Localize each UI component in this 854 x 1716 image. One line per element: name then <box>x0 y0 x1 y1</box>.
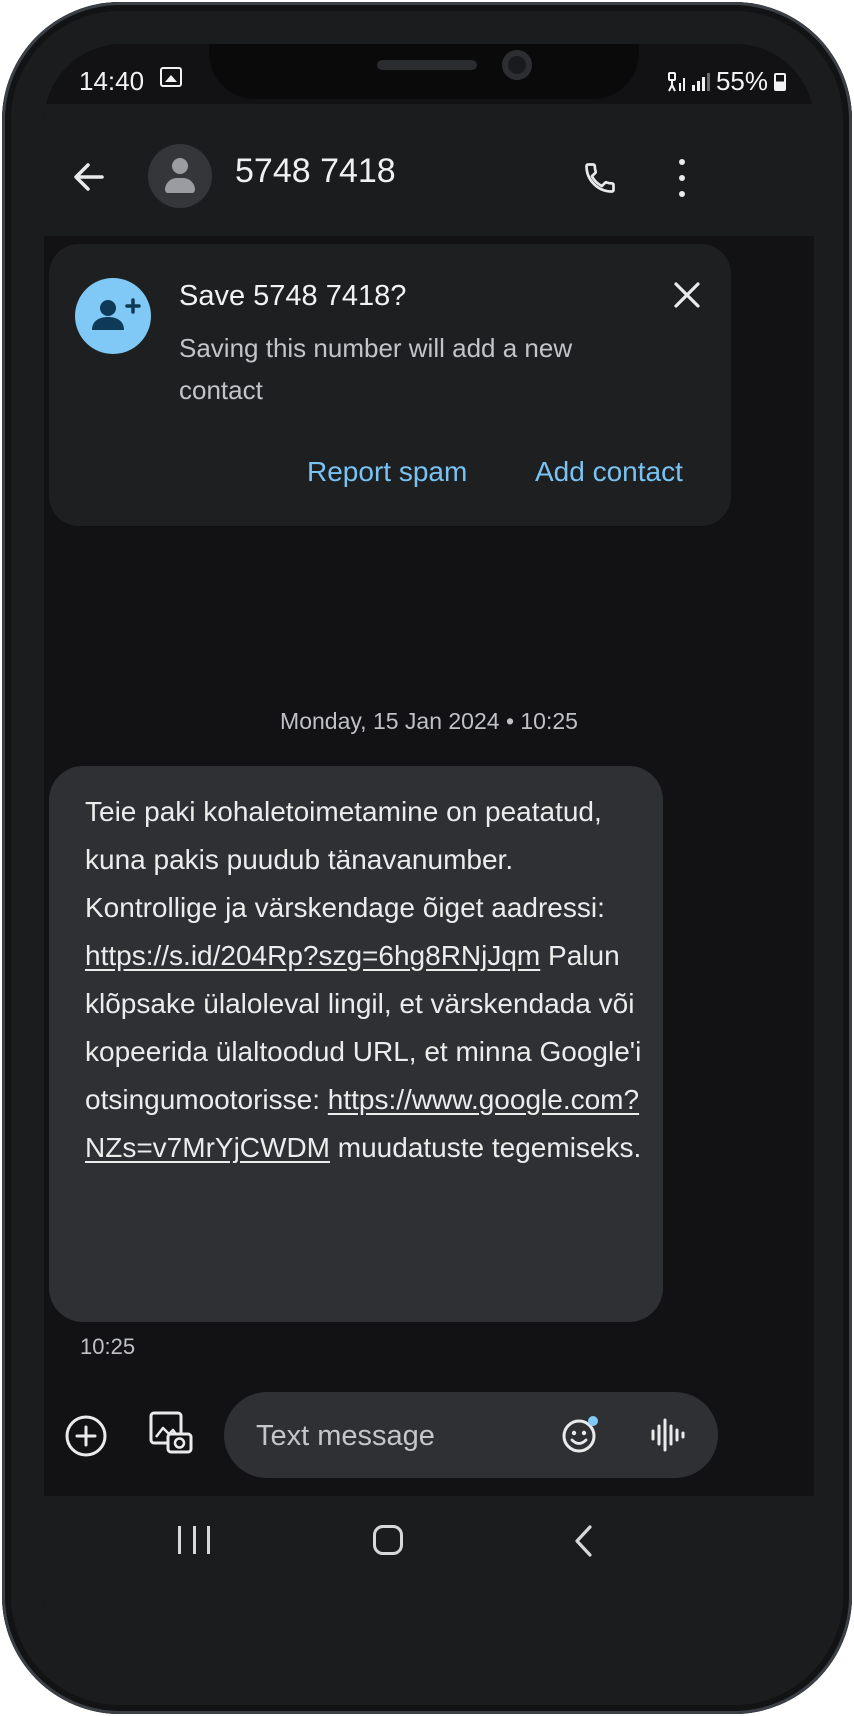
recent-apps-icon[interactable] <box>178 1526 210 1554</box>
person-icon <box>172 158 188 174</box>
save-contact-card: Save 5748 7418? Saving this number will … <box>49 244 731 526</box>
battery-icon <box>774 72 786 91</box>
message-text: Teie paki kohaletoimetamine on peatatud,… <box>85 788 645 1172</box>
system-nav-bar <box>44 1496 814 1674</box>
status-bar: 14:40 55% <box>44 44 814 104</box>
compose-bar <box>44 1384 814 1494</box>
close-icon[interactable] <box>672 280 702 310</box>
screen: 14:40 55% 5748 7418 Save 5748 7418? Savi… <box>44 44 814 1674</box>
date-separator: Monday, 15 Jan 2024 • 10:25 <box>280 708 578 734</box>
report-spam-button[interactable]: Report spam <box>307 456 467 488</box>
message-text-part: Teie paki kohaletoimetamine on peatatud,… <box>85 796 605 923</box>
add-contact-button[interactable]: Add contact <box>535 456 683 488</box>
nav-back-icon[interactable] <box>572 1524 596 1558</box>
signal-icon <box>667 71 685 91</box>
message-timestamp: 10:25 <box>80 1334 136 1359</box>
image-notification-icon <box>160 67 182 87</box>
app-bar: 5748 7418 <box>44 104 814 236</box>
voice-input-icon[interactable] <box>650 1416 686 1454</box>
emoji-icon[interactable] <box>560 1415 600 1455</box>
add-person-icon <box>75 278 151 354</box>
add-attachment-icon[interactable] <box>64 1414 108 1458</box>
message-text-part: muudatuste tegemiseks. <box>330 1132 642 1163</box>
back-arrow-icon[interactable] <box>72 160 106 194</box>
home-icon[interactable] <box>373 1525 403 1555</box>
phone-frame: 14:40 55% 5748 7418 Save 5748 7418? Savi… <box>2 2 852 1714</box>
more-options-icon[interactable] <box>674 159 690 197</box>
conversation-title[interactable]: 5748 7418 <box>235 152 396 191</box>
phone-icon[interactable] <box>582 160 618 196</box>
gallery-icon[interactable] <box>148 1410 194 1456</box>
status-time: 14:40 <box>79 66 145 96</box>
save-card-description: Saving this number will add a new contac… <box>179 333 573 405</box>
battery-percent: 55% <box>715 66 768 96</box>
message-bubble[interactable]: Teie paki kohaletoimetamine on peatatud,… <box>49 766 663 1322</box>
status-right: 55% <box>666 66 786 97</box>
message-link[interactable]: https://s.id/204Rp?szg=6hg8RNjJqm <box>85 940 540 971</box>
avatar[interactable] <box>148 144 212 208</box>
save-card-title: Save 5748 7418? <box>179 280 407 312</box>
text-message-input[interactable] <box>254 1392 548 1480</box>
signal-bars-icon <box>691 72 710 91</box>
text-message-field[interactable] <box>224 1392 718 1480</box>
